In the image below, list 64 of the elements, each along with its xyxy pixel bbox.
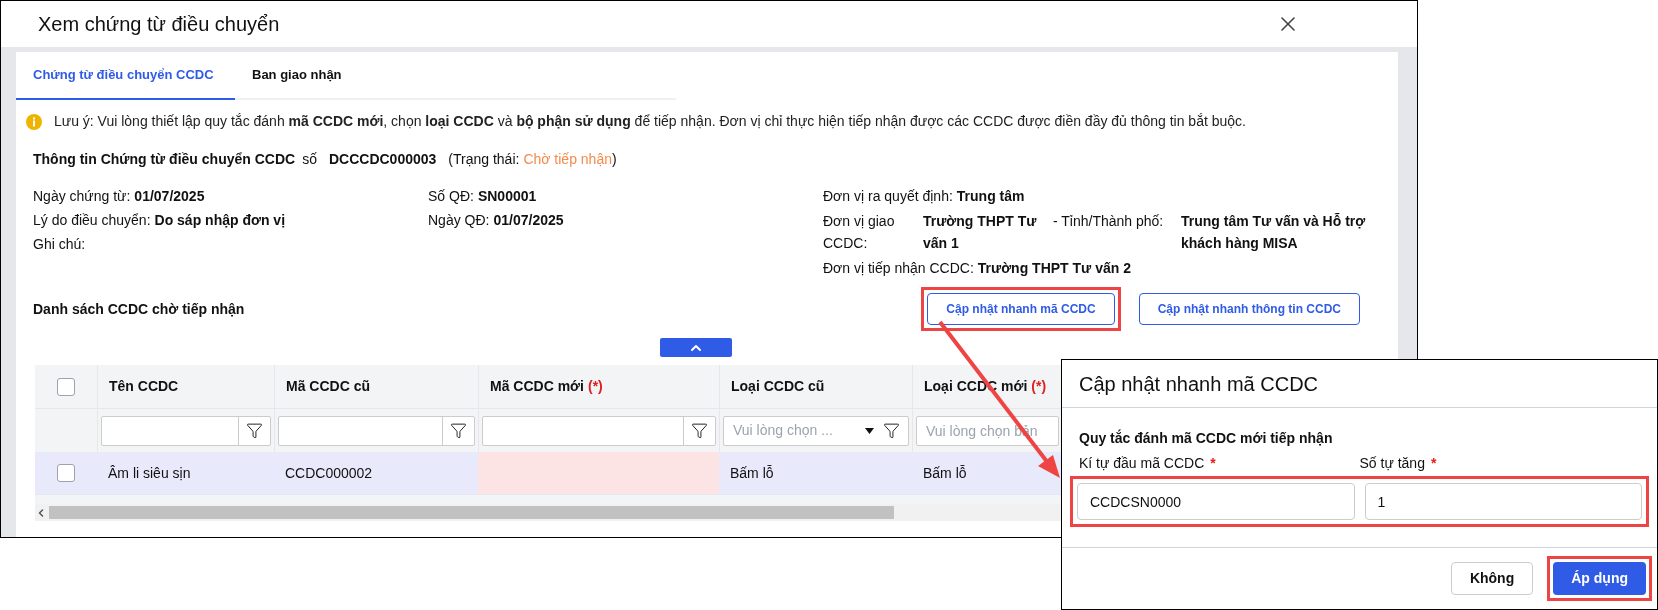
field-label: Đơn vị ra quyết định: — [823, 187, 953, 206]
filter-icon — [246, 422, 263, 439]
filter-icon — [691, 422, 708, 439]
table-cell-text: Bấm lỗ — [729, 463, 775, 483]
filter-icon — [882, 422, 900, 439]
dropdown-icon — [865, 427, 874, 434]
table-cell-text: CCDC000002 — [284, 463, 374, 483]
required-mark: * — [1430, 454, 1437, 473]
filter-field[interactable] — [482, 415, 716, 446]
field-value: SN00001 — [477, 187, 537, 206]
field-value: Trường THPT Tư vấn 1 — [923, 212, 1038, 253]
action-button[interactable]: Cập nhật nhanh mã CCDC — [927, 293, 1115, 325]
apply-button[interactable]: Áp dụng — [1553, 562, 1646, 595]
field-label: Ghi chú: — [33, 235, 86, 254]
section-title: Quy tắc đánh mã CCDC mới tiếp nhận — [1079, 428, 1334, 448]
checkbox[interactable] — [57, 464, 75, 482]
popup-title: Cập nhật nhanh mã CCDC — [1079, 371, 1318, 397]
field-label: Số QĐ: — [428, 187, 474, 206]
filter-icon — [450, 422, 467, 439]
field-label: Kí tự đầu mã CCDC — [1079, 454, 1205, 473]
voucher-number: DCCCDC000003 — [328, 150, 437, 169]
collapse-button[interactable] — [660, 338, 732, 357]
text-field[interactable]: CCDCSN0000 — [1077, 483, 1355, 520]
field-value: 01/07/2025 — [134, 187, 205, 206]
field-label: Ngày QĐ: — [428, 211, 490, 230]
notice-text: Lưu ý: Vui lòng thiết lập quy tắc đánh mã CCDC mới, chọn loại CCDC và bộ phận sử dụng để tiếp nhận. Đơn vị chỉ thực hiện tiếp nhận được các CCDC được điền đầy đủ thông tin bắt buộc. — [54, 112, 1246, 131]
table-cell-text: Bấm lỗ — [922, 463, 968, 483]
column-header: Tên CCDC — [109, 377, 179, 396]
info-icon — [26, 113, 42, 130]
filter-select[interactable]: Vui lòng chọn ... — [723, 415, 909, 446]
field-value: Trung tâm — [956, 187, 1025, 206]
status-value: Chờ tiếp nhận — [523, 150, 612, 169]
field-label: Ngày chứng từ: — [33, 187, 131, 206]
field-value: Do sáp nhập đơn vị — [154, 211, 286, 230]
field-value: Trung tâm Tư vấn và Hỗ trợ khách hàng MISA — [1181, 212, 1367, 253]
tab[interactable]: Ban giao nhận — [235, 52, 359, 100]
field-label: Đơn vị giao CCDC: — [823, 212, 896, 253]
filter-input[interactable]: Vui lòng chọn ... — [724, 420, 865, 441]
text-field[interactable]: 1 — [1364, 483, 1642, 520]
voucher-heading: Thông tin Chứng từ điều chuyển CCDC — [33, 150, 296, 169]
action-button[interactable]: Cập nhật nhanh thông tin CCDC — [1138, 293, 1360, 325]
required-mark: * — [1210, 454, 1216, 473]
scrollbar-thumb[interactable] — [49, 506, 894, 519]
list-title: Danh sách CCDC chờ tiếp nhận — [33, 299, 245, 319]
dialog-title: Xem chứng từ điều chuyển — [38, 12, 280, 37]
number-label: số — [302, 150, 317, 169]
cancel-button[interactable]: Không — [1450, 562, 1534, 595]
checkbox[interactable] — [57, 377, 75, 396]
field-value: Trường THPT Tư vấn 2 — [977, 259, 1131, 278]
column-header: Mã CCDC cũ — [286, 377, 370, 396]
column-header: Mã CCDC mới — [490, 377, 584, 396]
table-cell-text: Âm li siêu sịn — [107, 463, 192, 483]
status-label: (Trạng thái: — [448, 150, 520, 169]
filter-field[interactable] — [101, 415, 271, 446]
field-label: - Tỉnh/Thành phố: — [1053, 212, 1165, 231]
required-mark: (*) — [587, 377, 603, 396]
field-label: Đơn vị tiếp nhận CCDC: — [823, 259, 974, 278]
filter-field[interactable] — [278, 415, 475, 446]
required-mark: (*) — [1031, 377, 1047, 396]
status-close: ) — [612, 150, 617, 169]
column-header: Loại CCDC cũ — [731, 377, 825, 396]
field-label: Lý do điều chuyển: — [33, 211, 151, 230]
field-value: 01/07/2025 — [493, 211, 564, 230]
tab[interactable]: Chứng từ điều chuyển CCDC — [16, 52, 235, 100]
